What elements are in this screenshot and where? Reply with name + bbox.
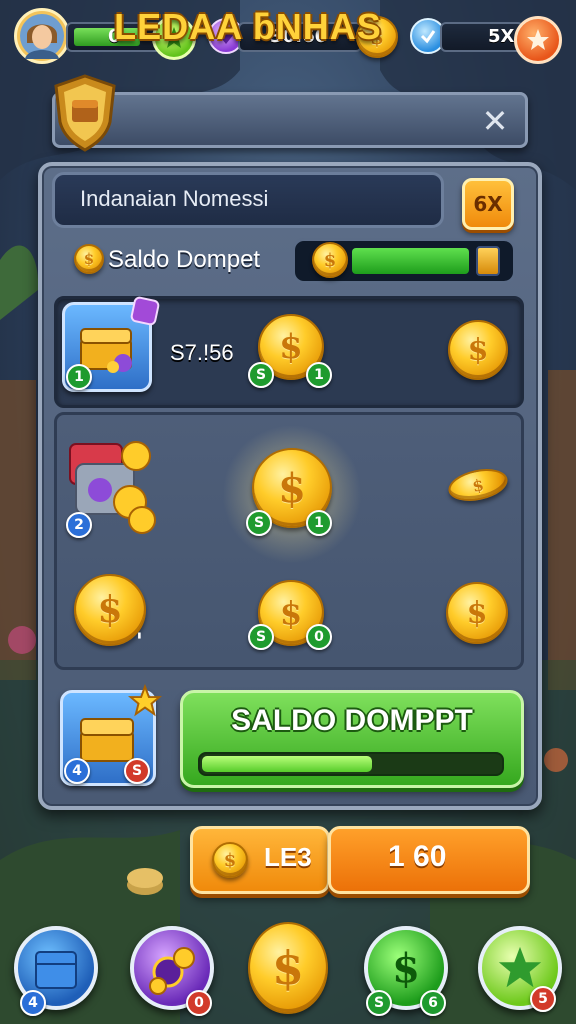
nav-cash-badge-a: S: [366, 990, 392, 1016]
row-2-coin-badge-b: 1: [306, 510, 332, 536]
item-1-badge: 1: [66, 364, 92, 390]
chest-badge-a: 4: [64, 758, 90, 784]
nav-favorites-badge: 5: [530, 986, 556, 1012]
row-3-cursor-mark: ': [136, 630, 143, 655]
wallet-bar-fill: [352, 248, 469, 274]
favorite-button[interactable]: [514, 16, 562, 64]
item-2-badge: 2: [66, 512, 92, 538]
row-1-coin-right[interactable]: $: [448, 320, 508, 380]
row-3-coin-badge-b: 0: [306, 624, 332, 650]
close-icon: ✕: [481, 102, 509, 140]
item-1-price: S7.!56: [170, 340, 234, 365]
guild-shield-icon: [54, 74, 116, 152]
dollar-icon: $: [392, 944, 420, 992]
row-1-coin-badge-a: S: [248, 362, 274, 388]
currency-coin-icon: $: [212, 842, 248, 878]
star-icon: [498, 946, 542, 988]
multiplier-value: 5X: [488, 26, 515, 47]
saldo-dompet-button-label: SALDO DOMPPT: [231, 704, 473, 737]
row-3-coin-right[interactable]: $: [446, 582, 508, 644]
close-button[interactable]: ✕: [474, 100, 516, 142]
nav-coin-button[interactable]: $: [248, 922, 328, 1014]
nav-gear-badge: 0: [186, 990, 212, 1016]
star-icon: [527, 29, 549, 50]
saldo-progress-fill: [202, 756, 372, 772]
item-1-crown-icon: [129, 295, 161, 327]
saldo-label: Saldo Dompet: [108, 246, 261, 273]
chest-badge-b: S: [124, 758, 150, 784]
avatar-portrait-icon: [20, 14, 64, 59]
player-name-text: Indanaian Nomessi: [80, 186, 269, 211]
page-title: LEDAA ƃNHAS: [114, 6, 382, 47]
currency-right-value: 1 60: [388, 840, 447, 873]
row-3-coin-badge-a: S: [248, 624, 274, 650]
row-1-coin-badge-b: 1: [306, 362, 332, 388]
nav-cash-badge-b: 6: [420, 990, 446, 1016]
crate-icon: [35, 951, 77, 989]
wallet-bar-end-icon: [476, 246, 500, 276]
panel-action-label: 6X: [473, 192, 503, 216]
player-avatar[interactable]: [14, 8, 70, 64]
panel-action-button[interactable]: 6X: [462, 178, 514, 230]
title-banner: [52, 92, 528, 148]
saldo-coin-icon: $: [74, 244, 104, 274]
loot-icon: [149, 947, 195, 995]
nav-crate-badge: 4: [20, 990, 46, 1016]
wallet-coin-icon: $: [312, 242, 348, 278]
chest-star-icon: [127, 683, 163, 722]
row-2-coin-badge-a: S: [246, 510, 272, 536]
currency-left-label: LE3: [264, 842, 312, 872]
